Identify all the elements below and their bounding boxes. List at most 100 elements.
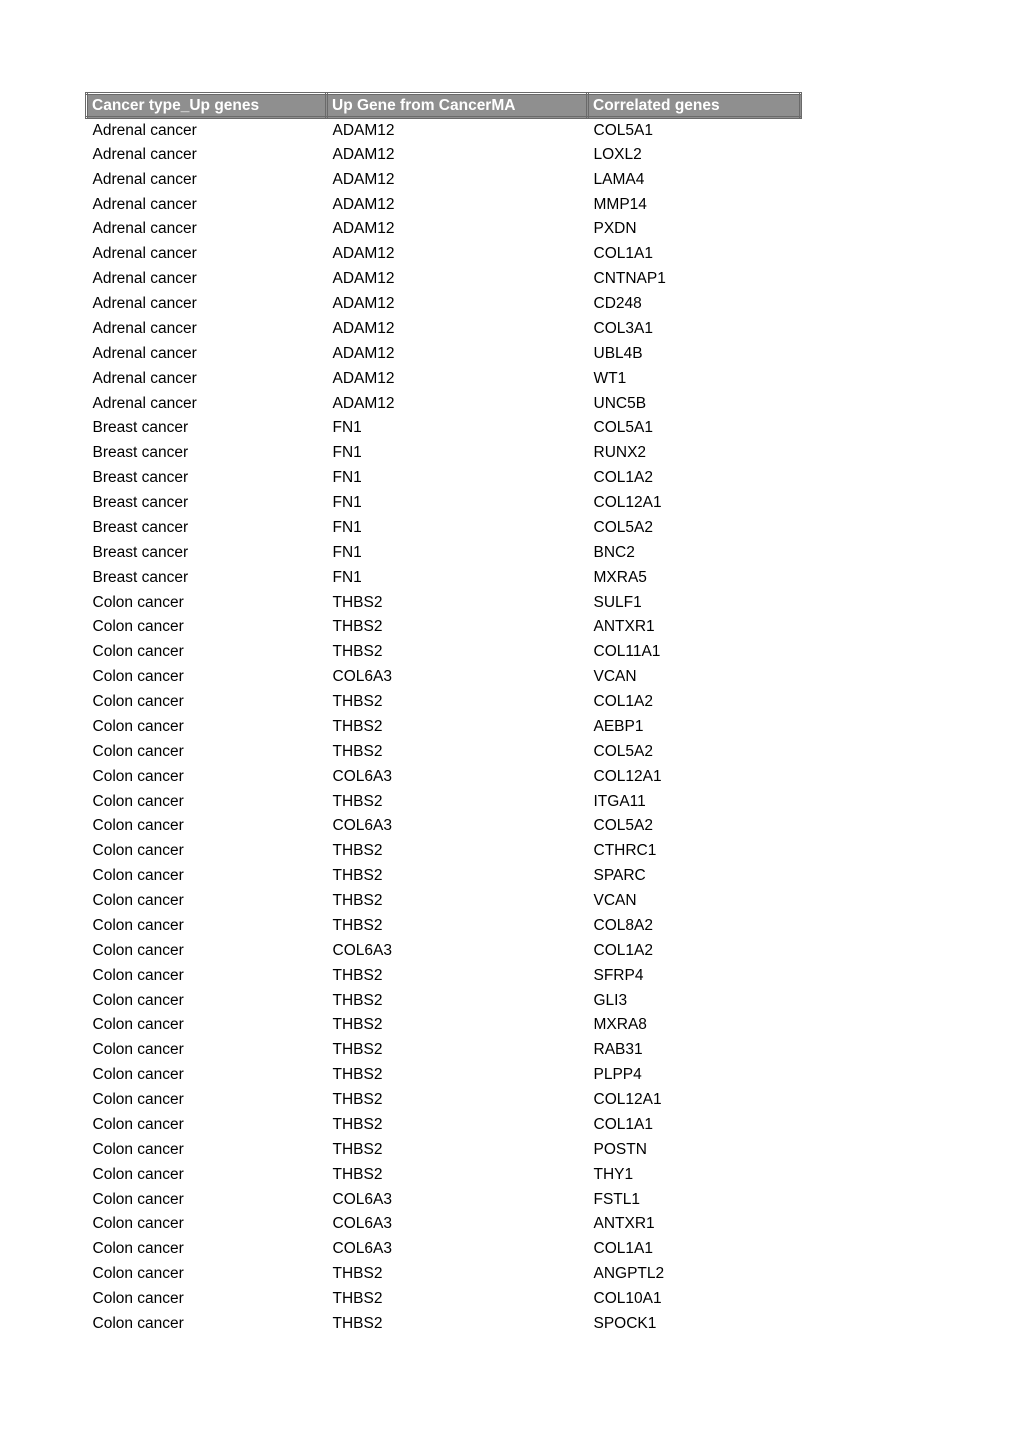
cell-up-gene: THBS2 [332, 842, 383, 860]
cell-cancer-type: Colon cancer [92, 991, 184, 1009]
cell-up-gene: ADAM12 [332, 195, 395, 213]
cell-cancer-type: Colon cancer [92, 1115, 184, 1133]
table-row: Breast cancer FN1 MXRA5 [87, 565, 801, 590]
cell-cancer-type: Colon cancer [92, 867, 184, 885]
cell-correlated-gene: PLPP4 [593, 1066, 642, 1084]
cell-cancer-type: Breast cancer [92, 568, 189, 586]
table-row: Colon cancer COL6A3 COL12A1 [87, 764, 801, 789]
header-row: Cancer type_Up genes Up Gene from Cancer… [85, 92, 802, 119]
cell-correlated-gene: COL1A2 [593, 941, 653, 959]
table-body: Adrenal cancer ADAM12 COL5A1 Adrenal cancer… [87, 118, 801, 1337]
table-row: Colon cancer THBS2 COL10A1 [87, 1287, 801, 1312]
cell-correlated-gene: LOXL2 [593, 145, 642, 163]
cell-up-gene: THBS2 [332, 1165, 383, 1183]
table-row: Colon cancer THBS2 SFRP4 [87, 963, 801, 988]
cell-cancer-type: Colon cancer [92, 941, 184, 959]
cell-cancer-type: Colon cancer [92, 618, 184, 636]
cell-up-gene: FN1 [332, 469, 362, 487]
table-row: Adrenal cancer ADAM12 LAMA4 [87, 167, 801, 192]
cell-up-gene: THBS2 [332, 693, 383, 711]
cell-correlated-gene: RUNX2 [593, 444, 647, 462]
cell-correlated-gene: COL1A2 [593, 693, 653, 711]
cell-cancer-type: Colon cancer [92, 966, 184, 984]
cell-up-gene: THBS2 [332, 966, 383, 984]
cell-correlated-gene: MMP14 [593, 195, 647, 213]
table-row: Adrenal cancer ADAM12 COL3A1 [87, 317, 801, 342]
cell-correlated-gene: ANGPTL2 [593, 1265, 665, 1283]
cell-up-gene: COL6A3 [332, 941, 392, 959]
cell-up-gene: FN1 [332, 494, 362, 512]
cell-cancer-type: Colon cancer [92, 1240, 184, 1258]
cell-cancer-type: Adrenal cancer [92, 245, 197, 263]
cell-cancer-type: Colon cancer [92, 668, 184, 686]
cell-up-gene: COL6A3 [332, 767, 392, 785]
cell-cancer-type: Breast cancer [92, 419, 189, 437]
table-row: Colon cancer THBS2 CTHRC1 [87, 839, 801, 864]
cell-up-gene: ADAM12 [332, 270, 395, 288]
cell-correlated-gene: CNTNAP1 [593, 270, 666, 288]
cell-cancer-type: Breast cancer [92, 494, 189, 512]
cell-up-gene: COL6A3 [332, 817, 392, 835]
cell-cancer-type: Colon cancer [92, 1265, 184, 1283]
cell-cancer-type: Adrenal cancer [92, 270, 197, 288]
cell-up-gene: ADAM12 [332, 220, 395, 238]
cell-up-gene: FN1 [332, 444, 362, 462]
table-row: Colon cancer COL6A3 COL1A1 [87, 1237, 801, 1262]
cell-up-gene: THBS2 [332, 1091, 383, 1109]
cell-up-gene: FN1 [332, 518, 362, 536]
cell-cancer-type: Colon cancer [92, 892, 184, 910]
cell-cancer-type: Colon cancer [92, 842, 184, 860]
table-row: Colon cancer THBS2 AEBP1 [87, 715, 801, 740]
cell-up-gene: ADAM12 [332, 295, 395, 313]
cell-cancer-type: Colon cancer [92, 1016, 184, 1034]
table-row: Colon cancer THBS2 COL11A1 [87, 640, 801, 665]
cell-cancer-type: Adrenal cancer [92, 369, 197, 387]
cell-cancer-type: Colon cancer [92, 742, 184, 760]
cell-correlated-gene: COL12A1 [593, 767, 662, 785]
cell-cancer-type: Colon cancer [92, 1215, 184, 1233]
cell-correlated-gene: SPARC [593, 867, 646, 885]
cell-correlated-gene: COL5A2 [593, 742, 653, 760]
cell-correlated-gene: AEBP1 [593, 717, 644, 735]
cell-cancer-type: Breast cancer [92, 469, 189, 487]
cell-correlated-gene: COL1A1 [593, 1240, 653, 1258]
table-row: Adrenal cancer ADAM12 COL5A1 [87, 118, 801, 143]
cell-cancer-type: Colon cancer [92, 1190, 184, 1208]
table-row: Colon cancer THBS2 VCAN [87, 889, 801, 914]
cell-up-gene: THBS2 [332, 916, 383, 934]
cell-cancer-type: Colon cancer [92, 693, 184, 711]
cell-cancer-type: Adrenal cancer [92, 319, 197, 337]
table-row: Colon cancer THBS2 THY1 [87, 1162, 801, 1187]
cell-correlated-gene: THY1 [593, 1165, 634, 1183]
table-row: Colon cancer THBS2 GLI3 [87, 988, 801, 1013]
table-row: Colon cancer THBS2 ITGA11 [87, 789, 801, 814]
cell-cancer-type: Colon cancer [92, 1290, 184, 1308]
table-row: Breast cancer FN1 COL5A1 [87, 416, 801, 441]
cell-correlated-gene: ANTXR1 [593, 618, 655, 636]
cell-correlated-gene: MXRA5 [593, 568, 647, 586]
cell-cancer-type: Adrenal cancer [92, 344, 197, 362]
cell-up-gene: ADAM12 [332, 121, 395, 139]
cell-correlated-gene: COL5A1 [593, 121, 653, 139]
cell-correlated-gene: VCAN [593, 892, 637, 910]
cell-correlated-gene: ITGA11 [593, 792, 646, 810]
table-row: Adrenal cancer ADAM12 MMP14 [87, 192, 801, 217]
table-row: Colon cancer THBS2 RAB31 [87, 1038, 801, 1063]
cell-cancer-type: Colon cancer [92, 916, 184, 934]
cell-correlated-gene: CD248 [593, 295, 642, 313]
table-row: Adrenal cancer ADAM12 COL1A1 [87, 242, 801, 267]
table-row: Colon cancer THBS2 ANGPTL2 [87, 1262, 801, 1287]
cell-cancer-type: Colon cancer [92, 717, 184, 735]
table-row: Breast cancer FN1 BNC2 [87, 540, 801, 565]
cell-correlated-gene: COL12A1 [593, 1091, 662, 1109]
cell-correlated-gene: RAB31 [593, 1041, 643, 1059]
cell-cancer-type: Adrenal cancer [92, 121, 197, 139]
cell-correlated-gene: SULF1 [593, 593, 642, 611]
cell-cancer-type: Breast cancer [92, 444, 189, 462]
cell-correlated-gene: COL5A2 [593, 817, 653, 835]
table-row: Colon cancer COL6A3 COL5A2 [87, 814, 801, 839]
table-row: Colon cancer THBS2 PLPP4 [87, 1063, 801, 1088]
table-row: Adrenal cancer ADAM12 UNC5B [87, 391, 801, 416]
table-row: Colon cancer THBS2 SPOCK1 [87, 1312, 801, 1337]
table-row: Adrenal cancer ADAM12 UBL4B [87, 341, 801, 366]
